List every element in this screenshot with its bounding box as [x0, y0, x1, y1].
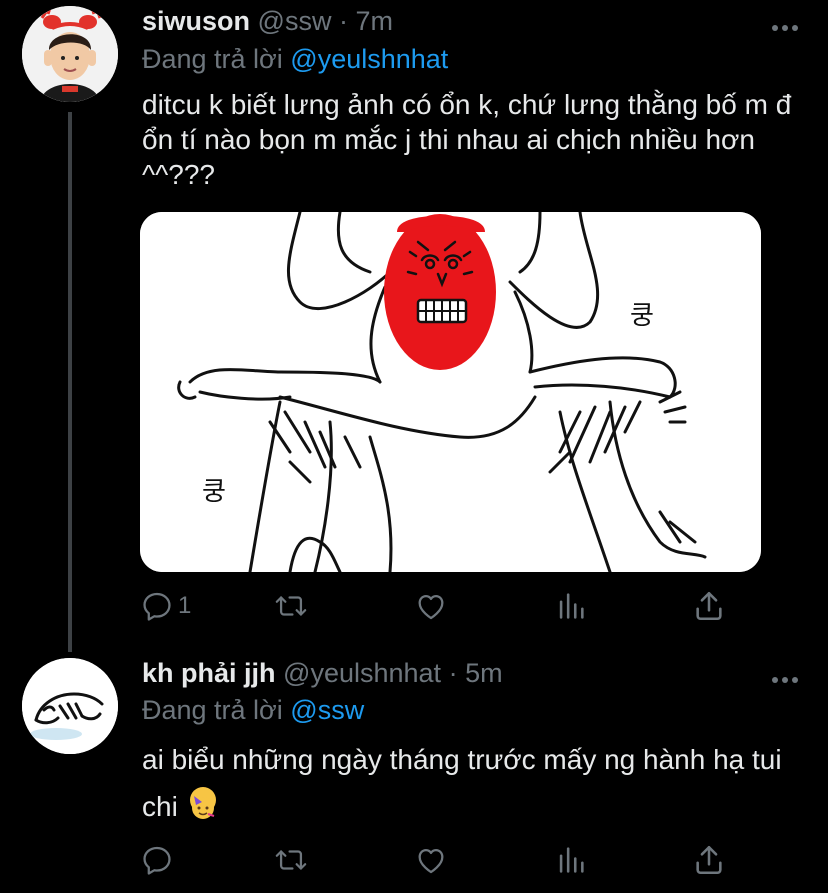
tweet-text-content: ai biểu những ngày tháng trước mấy ng hà… — [142, 744, 782, 822]
retweet-icon — [275, 850, 307, 870]
tweet-image[interactable]: 쿵 쿵 — [140, 212, 761, 572]
korean-text: 쿵 — [202, 477, 226, 507]
avatar-image — [22, 6, 118, 102]
reply-mention-link[interactable]: @ssw — [290, 695, 364, 725]
retweet-button[interactable] — [274, 586, 308, 626]
replying-label: Đang trả lời — [142, 695, 283, 725]
ellipsis-icon — [772, 677, 798, 683]
share-button[interactable] — [692, 840, 726, 880]
partying-face-icon — [191, 796, 214, 819]
like-button[interactable] — [414, 840, 448, 880]
meme-drawing: 쿵 쿵 — [140, 212, 761, 572]
avatar[interactable] — [22, 6, 118, 102]
action-bar — [140, 840, 740, 880]
heart-icon — [418, 848, 444, 874]
tweet-text: ditcu k biết lưng ảnh có ổn k, chứ lưng … — [142, 89, 792, 190]
tweet-header: kh phải jjh @yeulshnhat · 5m — [142, 658, 503, 689]
tweet-text: ai biểu những ngày tháng trước mấy ng hà… — [142, 736, 792, 830]
action-bar: 1 — [140, 586, 740, 626]
ellipsis-icon — [772, 25, 798, 31]
more-options-button[interactable] — [772, 658, 798, 692]
avatar[interactable] — [22, 658, 118, 754]
tweet-1[interactable]: siwuson @ssw · 7m Đang trả lời @yeulshnh… — [0, 0, 828, 650]
analytics-icon — [559, 847, 584, 873]
korean-text: 쿵 — [630, 301, 654, 331]
reply-icon — [143, 846, 171, 875]
reply-button[interactable] — [140, 840, 174, 880]
analytics-button[interactable] — [554, 840, 588, 880]
partying-face-emoji — [189, 787, 216, 819]
separator: · — [448, 658, 458, 688]
share-button[interactable] — [692, 586, 726, 626]
replying-to: Đang trả lời @yeulshnhat — [142, 44, 448, 75]
timestamp[interactable]: 5m — [465, 658, 503, 688]
display-name[interactable]: siwuson — [142, 6, 250, 36]
retweet-button[interactable] — [274, 840, 308, 880]
reply-mention-link[interactable]: @yeulshnhat — [290, 44, 448, 74]
handle[interactable]: @ssw — [258, 6, 332, 36]
share-icon — [696, 845, 722, 875]
timestamp[interactable]: 7m — [355, 6, 393, 36]
share-icon — [696, 591, 722, 621]
separator: · — [338, 6, 348, 36]
tweet-header: siwuson @ssw · 7m — [142, 6, 393, 37]
handle[interactable]: @yeulshnhat — [283, 658, 441, 688]
replying-to: Đang trả lời @ssw — [142, 695, 364, 726]
avatar-image — [22, 658, 118, 754]
analytics-icon — [559, 593, 584, 619]
replying-label: Đang trả lời — [142, 44, 283, 74]
tweet-2[interactable]: kh phải jjh @yeulshnhat · 5m Đang trả lờ… — [0, 650, 828, 893]
analytics-button[interactable] — [554, 586, 588, 626]
reply-button[interactable]: 1 — [140, 586, 191, 626]
reply-count: 1 — [178, 592, 192, 619]
heart-icon — [418, 594, 444, 620]
more-options-button[interactable] — [772, 6, 798, 40]
like-button[interactable] — [414, 586, 448, 626]
display-name[interactable]: kh phải jjh — [142, 658, 276, 688]
reply-icon — [143, 592, 171, 621]
retweet-icon — [275, 596, 307, 616]
